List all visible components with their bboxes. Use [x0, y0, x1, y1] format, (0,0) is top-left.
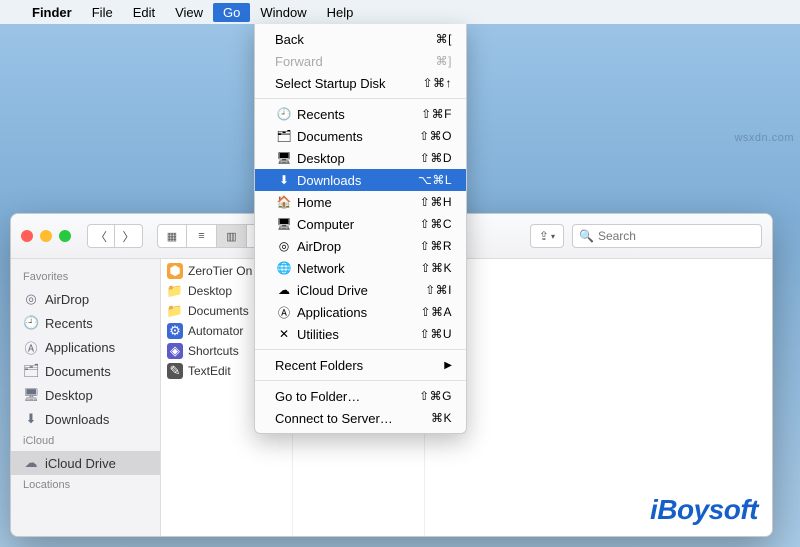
sidebar-section-locations: Locations — [11, 475, 160, 495]
app-icon: ✎ — [167, 363, 183, 379]
sidebar-section-icloud: iCloud — [11, 431, 160, 451]
sidebar-item-downloads[interactable]: ⬇Downloads — [11, 407, 160, 431]
network-icon: 🌐 — [275, 261, 293, 275]
search-icon: 🔍 — [579, 229, 594, 243]
go-menu-startup-disk[interactable]: Select Startup Disk⇧⌘↑ — [255, 72, 466, 94]
finder-sidebar: Favorites ◎AirDrop 🕘Recents ⒶApplication… — [11, 259, 161, 536]
go-menu-computer[interactable]: 🖥Computer⇧⌘C — [255, 213, 466, 235]
applications-icon: Ⓐ — [23, 338, 39, 357]
desktop-icon: 🖥 — [275, 151, 293, 165]
go-menu-go-to-folder[interactable]: Go to Folder…⇧⌘G — [255, 385, 466, 407]
folder-icon: 📁 — [167, 283, 183, 299]
go-menu-recents[interactable]: 🕘Recents⇧⌘F — [255, 103, 466, 125]
go-menu-connect-server[interactable]: Connect to Server…⌘K — [255, 407, 466, 429]
app-icon: ◈ — [167, 343, 183, 359]
go-menu-back[interactable]: Back⌘[ — [255, 28, 466, 50]
go-menu-network[interactable]: 🌐Network⇧⌘K — [255, 257, 466, 279]
documents-icon: 🗂 — [23, 363, 39, 379]
back-button[interactable]: 〈 — [87, 224, 115, 248]
go-menu-icloud-drive[interactable]: ☁iCloud Drive⇧⌘I — [255, 279, 466, 301]
airdrop-icon: ◎ — [275, 239, 293, 253]
submenu-arrow-icon: ▶ — [444, 360, 452, 371]
brand-logo: iBoysoft — [650, 494, 758, 526]
menu-separator — [255, 380, 466, 381]
cloud-icon: ☁ — [275, 283, 293, 297]
sidebar-item-applications[interactable]: ⒶApplications — [11, 335, 160, 359]
utilities-icon: ✕ — [275, 327, 293, 341]
forward-button[interactable]: 〉 — [115, 224, 143, 248]
clock-icon: 🕘 — [23, 315, 39, 331]
desktop-icon: 🖥 — [23, 387, 39, 403]
sidebar-item-recents[interactable]: 🕘Recents — [11, 311, 160, 335]
go-menu-home[interactable]: 🏠Home⇧⌘H — [255, 191, 466, 213]
list-icon: ≡ — [198, 230, 204, 242]
chevron-left-icon: 〈 — [95, 228, 107, 245]
menu-finder[interactable]: Finder — [22, 3, 82, 22]
nav-buttons: 〈 〉 — [87, 224, 143, 248]
documents-icon: 🗂 — [275, 129, 293, 143]
cloud-icon: ☁ — [23, 455, 39, 471]
app-icon: ⬢ — [167, 263, 183, 279]
search-field[interactable]: 🔍 — [572, 224, 762, 248]
menu-separator — [255, 349, 466, 350]
clock-icon: 🕘 — [275, 107, 293, 121]
sidebar-section-favorites: Favorites — [11, 267, 160, 287]
home-icon: 🏠 — [275, 195, 293, 209]
applications-icon: Ⓐ — [275, 304, 293, 321]
downloads-icon: ⬇ — [275, 173, 293, 187]
chevron-right-icon: 〉 — [122, 228, 134, 245]
menu-edit[interactable]: Edit — [123, 3, 165, 22]
folder-icon: 📁 — [167, 303, 183, 319]
sidebar-item-icloud-drive[interactable]: ☁iCloud Drive — [11, 451, 160, 475]
view-list-button[interactable]: ≡ — [187, 224, 217, 248]
menu-go[interactable]: Go — [213, 3, 250, 22]
share-icon: ⇪ — [539, 229, 549, 243]
grid-icon: ▦ — [167, 230, 177, 243]
menu-view[interactable]: View — [165, 3, 213, 22]
go-menu-recent-folders[interactable]: Recent Folders▶ — [255, 354, 466, 376]
airdrop-icon: ◎ — [23, 291, 39, 307]
go-menu-forward: Forward⌘] — [255, 50, 466, 72]
close-button[interactable] — [21, 230, 33, 242]
columns-icon: ▥ — [226, 230, 236, 243]
search-input[interactable] — [598, 229, 755, 243]
traffic-lights — [21, 230, 71, 242]
sidebar-item-desktop[interactable]: 🖥Desktop — [11, 383, 160, 407]
go-menu-dropdown: Back⌘[ Forward⌘] Select Startup Disk⇧⌘↑ … — [254, 24, 467, 434]
share-button[interactable]: ⇪▾ — [530, 224, 564, 248]
go-menu-applications[interactable]: ⒶApplications⇧⌘A — [255, 301, 466, 323]
app-icon: ⚙ — [167, 323, 183, 339]
computer-icon: 🖥 — [275, 217, 293, 231]
zoom-button[interactable] — [59, 230, 71, 242]
menu-separator — [255, 98, 466, 99]
minimize-button[interactable] — [40, 230, 52, 242]
go-menu-airdrop[interactable]: ◎AirDrop⇧⌘R — [255, 235, 466, 257]
sidebar-item-documents[interactable]: 🗂Documents — [11, 359, 160, 383]
watermark: wsxdn.com — [734, 132, 794, 144]
sidebar-item-airdrop[interactable]: ◎AirDrop — [11, 287, 160, 311]
chevron-down-icon: ▾ — [551, 232, 555, 241]
downloads-icon: ⬇ — [23, 411, 39, 427]
go-menu-documents[interactable]: 🗂Documents⇧⌘O — [255, 125, 466, 147]
menu-bar: Finder File Edit View Go Window Help — [0, 0, 800, 24]
go-menu-utilities[interactable]: ✕Utilities⇧⌘U — [255, 323, 466, 345]
go-menu-desktop[interactable]: 🖥Desktop⇧⌘D — [255, 147, 466, 169]
view-icons-button[interactable]: ▦ — [157, 224, 187, 248]
menu-file[interactable]: File — [82, 3, 123, 22]
menu-help[interactable]: Help — [317, 3, 364, 22]
view-columns-button[interactable]: ▥ — [217, 224, 247, 248]
menu-window[interactable]: Window — [250, 3, 316, 22]
go-menu-downloads[interactable]: ⬇Downloads⌥⌘L — [255, 169, 466, 191]
